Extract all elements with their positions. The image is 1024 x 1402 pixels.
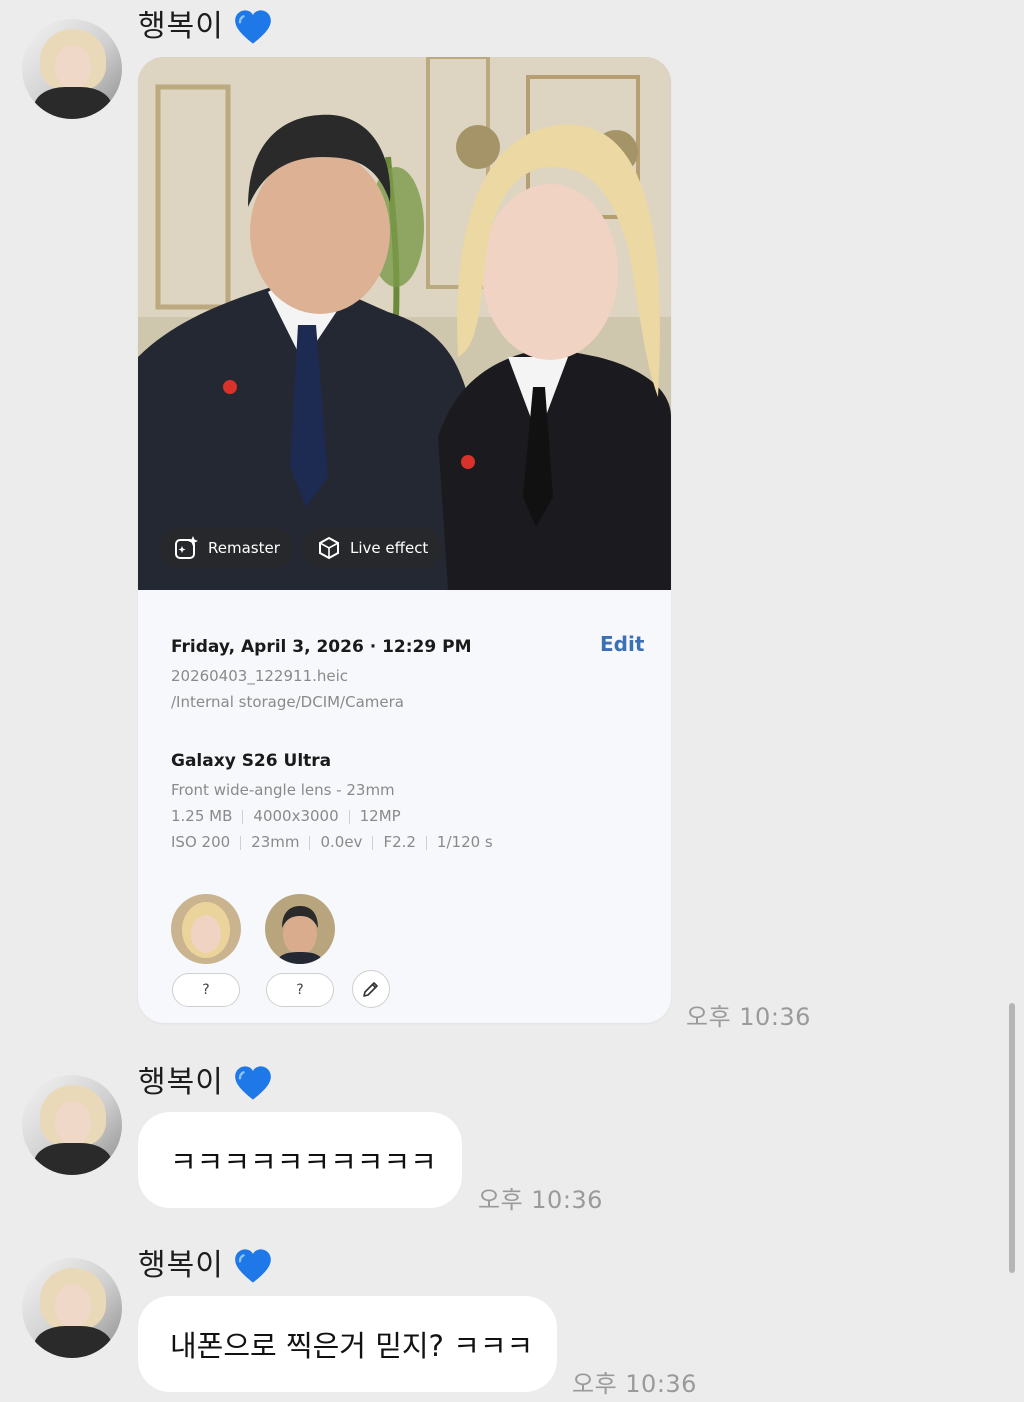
photo-datetime: Friday, April 3, 2026 · 12:29 PM — [171, 637, 472, 657]
remaster-icon — [175, 536, 198, 559]
avatar[interactable] — [22, 19, 122, 119]
lens-info: Front wide-angle lens - 23mm — [171, 781, 395, 799]
blue-heart-icon — [234, 1065, 272, 1101]
sender-name: 행복이 — [138, 1065, 272, 1101]
iso: ISO 200 — [171, 833, 231, 851]
exposure-value: 0.0ev — [320, 833, 363, 851]
message-text: ㅋㅋㅋㅋㅋㅋㅋㅋㅋㅋ — [170, 1145, 437, 1179]
divider — [309, 835, 311, 850]
avatar-body — [34, 1326, 112, 1358]
divider — [242, 809, 244, 824]
device-name: Galaxy S26 Ultra — [171, 751, 332, 771]
face-thumbnail[interactable] — [171, 894, 241, 964]
message-time: 오후 10:36 — [572, 1370, 697, 1398]
file-size: 1.25 MB — [171, 807, 233, 825]
pencil-icon — [363, 982, 378, 997]
sender-name: 행복이 — [138, 1248, 272, 1284]
face-thumbnail[interactable] — [265, 894, 335, 964]
avatar-body — [34, 1143, 112, 1175]
blue-heart-icon — [234, 1248, 272, 1284]
sender-name: 행복이 — [138, 9, 272, 45]
photo-details-card[interactable]: Remaster Live effect Friday, April 3, 20… — [138, 57, 671, 1023]
divider — [372, 835, 374, 850]
remaster-label: Remaster — [208, 539, 280, 557]
photo-image[interactable]: Remaster Live effect — [138, 57, 671, 590]
tag-person-button[interactable]: ? — [172, 973, 240, 1007]
megapixels: 12MP — [359, 807, 401, 825]
blue-heart-icon — [234, 9, 272, 45]
live-effect-label: Live effect — [350, 539, 429, 557]
live-effect-icon — [319, 536, 339, 560]
message-text: 내폰으로 찍은거 믿지? ㅋㅋㅋ — [170, 1329, 534, 1363]
file-specs: 1.25 MB 4000x3000 12MP — [171, 807, 401, 825]
sender-name-text: 행복이 — [138, 9, 224, 44]
sender-name-text: 행복이 — [138, 1248, 224, 1283]
avatar[interactable] — [22, 1075, 122, 1175]
sender-name-text: 행복이 — [138, 1065, 224, 1100]
focal-length: 23mm — [251, 833, 300, 851]
face-thumbnail-image — [171, 894, 241, 964]
avatar-body — [34, 87, 112, 119]
shutter-speed: 1/120 s — [436, 833, 493, 851]
face-thumbnail-image — [265, 894, 335, 964]
live-effect-button[interactable]: Live effect — [302, 528, 443, 568]
aperture: F2.2 — [383, 833, 416, 851]
divider — [240, 835, 242, 850]
divider — [425, 835, 427, 850]
scrollbar[interactable] — [1009, 1003, 1015, 1273]
message-bubble[interactable]: 내폰으로 찍은거 믿지? ㅋㅋㅋ — [138, 1296, 557, 1392]
message-time: 오후 10:36 — [478, 1186, 603, 1214]
avatar-face — [55, 1284, 91, 1328]
photo-illustration — [138, 57, 671, 590]
avatar-face — [55, 45, 91, 89]
divider — [348, 809, 350, 824]
tag-person-button[interactable]: ? — [266, 973, 334, 1007]
avatar[interactable] — [22, 1258, 122, 1358]
message-bubble[interactable]: ㅋㅋㅋㅋㅋㅋㅋㅋㅋㅋ — [138, 1112, 462, 1208]
avatar-face — [55, 1101, 91, 1145]
photo-path: /Internal storage/DCIM/Camera — [171, 693, 404, 711]
photo-filename: 20260403_122911.heic — [171, 667, 349, 685]
message-time: 오후 10:36 — [686, 1003, 811, 1031]
edit-link[interactable]: Edit — [600, 632, 644, 656]
exposure-specs: ISO 200 23mm 0.0ev F2.2 1/120 s — [171, 833, 493, 851]
remaster-button[interactable]: Remaster — [160, 528, 294, 568]
resolution: 4000x3000 — [253, 807, 339, 825]
edit-tags-button[interactable] — [352, 970, 390, 1008]
